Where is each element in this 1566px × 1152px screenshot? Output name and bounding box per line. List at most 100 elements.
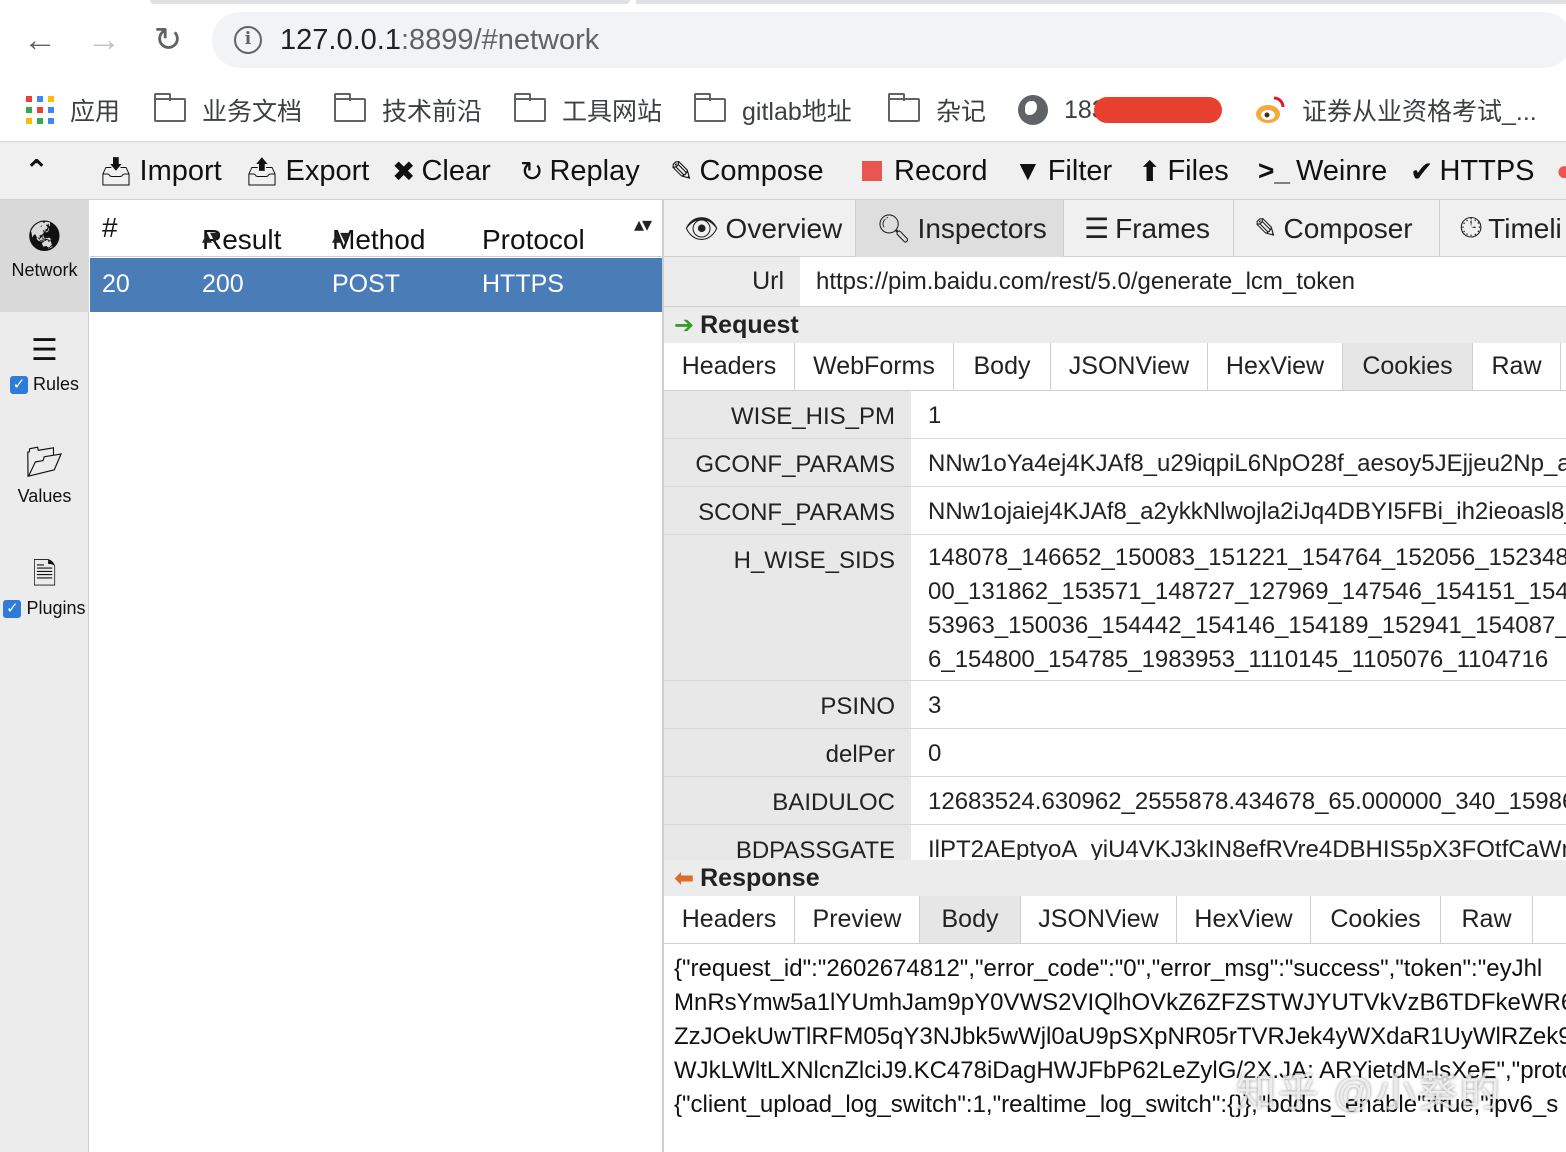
session-id: 20 [102, 270, 130, 298]
filter-button[interactable]: ▼ Filter [1014, 150, 1112, 192]
more-button[interactable]: ● [1556, 150, 1566, 192]
request-tab-cookies[interactable]: Cookies [1343, 343, 1473, 390]
response-tab-cookies[interactable]: Cookies [1311, 896, 1441, 943]
bookmark-folder[interactable]: 工具网站 [513, 88, 662, 132]
files-button[interactable]: ⬆ Files [1138, 150, 1229, 192]
bookmark-label: 杂记 [936, 98, 987, 126]
sidebar-label: Values [17, 486, 72, 506]
request-tab-headers[interactable]: Headers [664, 343, 795, 390]
clear-button[interactable]: ✖ Clear [392, 150, 491, 192]
response-tabs: Headers Preview Body JSONView HexView Co… [664, 896, 1566, 944]
export-button[interactable]: 📤︎ Export [244, 150, 369, 192]
globe-icon [1018, 95, 1048, 125]
url-value[interactable]: https://pim.baidu.com/rest/5.0/generate_… [816, 257, 1355, 306]
request-tab-raw[interactable]: Raw [1473, 343, 1561, 390]
bookmark-site[interactable]: 183 [1018, 88, 1222, 132]
record-button[interactable]: Record [862, 150, 988, 192]
bookmark-folder[interactable]: gitlab地址 [693, 88, 852, 132]
cookie-name: BAIDULOC [664, 777, 911, 824]
cookie-value[interactable]: 0 [928, 737, 941, 771]
cookie-name: WISE_HIS_PM [664, 391, 911, 438]
globe-icon: 🌏︎ [25, 220, 64, 253]
request-tab-hexview[interactable]: HexView [1208, 343, 1343, 390]
bookmark-site[interactable]: 证券从业资格考试_... [1254, 88, 1537, 132]
overflow-icon: ● [1556, 155, 1566, 186]
session-row[interactable]: 20 200 POST HTTPS [90, 258, 662, 312]
request-tab-body[interactable]: Body [954, 343, 1051, 390]
bookmark-apps[interactable]: 应用 [26, 88, 120, 132]
sidebar-item-network[interactable]: 🌏︎ Network [0, 200, 89, 312]
compose-button[interactable]: ✎ Compose [670, 150, 824, 192]
cookie-value[interactable]: 3 [928, 689, 941, 723]
response-tab-raw[interactable]: Raw [1441, 896, 1533, 943]
back-arrow-icon[interactable]: ← [18, 18, 62, 62]
bookmark-folder[interactable]: 技术前沿 [333, 88, 482, 132]
cookie-value[interactable]: 148078_146652_150083_151221_154764_15205… [928, 541, 1566, 677]
cookie-value[interactable]: 12683524.630962_2555878.434678_65.000000… [928, 785, 1566, 819]
sidebar-item-plugins[interactable]: 🗎︎ ✓ Plugins [0, 536, 89, 648]
tab-frames[interactable]: ☰ Frames [1064, 200, 1234, 257]
cookie-value[interactable]: NNw1oYa4ej4KJAf8_u29iqpiL6NpO28f_aesoy5J… [928, 447, 1566, 481]
apps-icon [26, 96, 54, 124]
cookie-name: PSINO [664, 681, 911, 728]
folder-icon [513, 93, 546, 122]
record-icon [862, 161, 882, 181]
bookmark-folder[interactable]: 杂记 [887, 88, 987, 132]
toolbar-label: Compose [699, 154, 824, 187]
session-list: # Result ▴▾ Method ▴▾ Protocol ▴▾ 20 200… [90, 200, 662, 1152]
weinre-button[interactable]: >_ Weinre [1258, 150, 1387, 192]
tab-label: Overview [725, 212, 843, 244]
cookie-name: GCONF_PARAMS [664, 439, 911, 486]
site-info-icon[interactable]: i [234, 26, 262, 54]
import-button[interactable]: 📥︎ Import [98, 150, 222, 192]
sidebar-label: Network [11, 260, 78, 280]
sidebar-item-rules[interactable]: ☰ ✓ Rules [0, 312, 89, 424]
sidebar-label: Plugins [26, 598, 86, 618]
request-tabs: Headers WebForms Body JSONView HexView C… [664, 343, 1566, 391]
sidebar-item-values[interactable]: 📂︎ Values [0, 424, 89, 536]
request-tab-webforms[interactable]: WebForms [795, 343, 954, 390]
replay-button[interactable]: ↻ Replay [520, 150, 640, 192]
cookie-value[interactable]: IlPT2AEptyoA_yiU4VKJ3kIN8efRVre4DBHIS5pX… [928, 833, 1566, 860]
response-tab-body[interactable]: Body [920, 896, 1021, 943]
plugins-checkbox[interactable]: ✓ [3, 600, 22, 619]
response-tab-headers[interactable]: Headers [664, 896, 795, 943]
folder-icon [333, 93, 366, 122]
tab-timeline[interactable]: 🕒︎ Timeli [1440, 200, 1566, 257]
cookie-value[interactable]: NNw1ojaiej4KJAf8_a2ykkNlwojla2iJq4DBYI5F… [928, 495, 1566, 529]
search-icon: 🔍︎ [876, 213, 912, 244]
response-section-header: ⬅ Response [664, 860, 1566, 896]
response-tab-hexview[interactable]: HexView [1177, 896, 1311, 943]
omnibox[interactable]: i 127.0.0.1:8899/#network [212, 12, 1566, 68]
rules-checkbox[interactable]: ✓ [9, 376, 28, 395]
toolbar-label: Import [139, 154, 222, 187]
request-tab-jsonview[interactable]: JSONView [1051, 343, 1208, 390]
toolbar-label: Weinre [1295, 154, 1388, 187]
folder-icon [693, 93, 726, 122]
active-tab-edge [150, 0, 630, 4]
url-text[interactable]: 127.0.0.1:8899/#network [280, 22, 599, 58]
clock-icon: 🕒︎ [1460, 212, 1483, 243]
chevron-up-icon: ⌃ [24, 154, 50, 188]
compose-icon: ✎ [1254, 213, 1278, 244]
collapse-button[interactable]: ⌃ [24, 150, 55, 192]
clear-icon: ✖ [392, 155, 416, 187]
bookmark-folder[interactable]: 业务文档 [153, 88, 303, 132]
response-tab-jsonview[interactable]: JSONView [1021, 896, 1177, 943]
response-tab-preview[interactable]: Preview [795, 896, 920, 943]
session-list-header: # Result ▴▾ Method ▴▾ Protocol ▴▾ [90, 200, 662, 257]
cookie-value[interactable]: 1 [928, 399, 941, 433]
toolbar-label: Filter [1047, 154, 1113, 187]
app-toolbar: ⌃ 📥︎ Import 📤︎ Export ✖ Clear ↻ Replay ✎… [0, 142, 1566, 200]
bookmark-label: 业务文档 [202, 98, 303, 126]
column-id[interactable]: # [102, 212, 118, 244]
reload-icon[interactable]: ↻ [146, 18, 190, 62]
forward-arrow-icon[interactable]: → [82, 18, 126, 62]
tab-inspectors[interactable]: 🔍︎ Inspectors [856, 200, 1064, 257]
tab-overview[interactable]: 👁︎ Overview [664, 200, 856, 257]
https-button[interactable]: ✔ HTTPS [1410, 150, 1535, 192]
request-title: Request [700, 311, 799, 339]
sort-icon[interactable]: ▴▾ [634, 212, 652, 237]
cookie-row: GCONF_PARAMS NNw1oYa4ej4KJAf8_u29iqpiL6N… [664, 439, 1566, 487]
tab-composer[interactable]: ✎ Composer [1234, 200, 1440, 257]
